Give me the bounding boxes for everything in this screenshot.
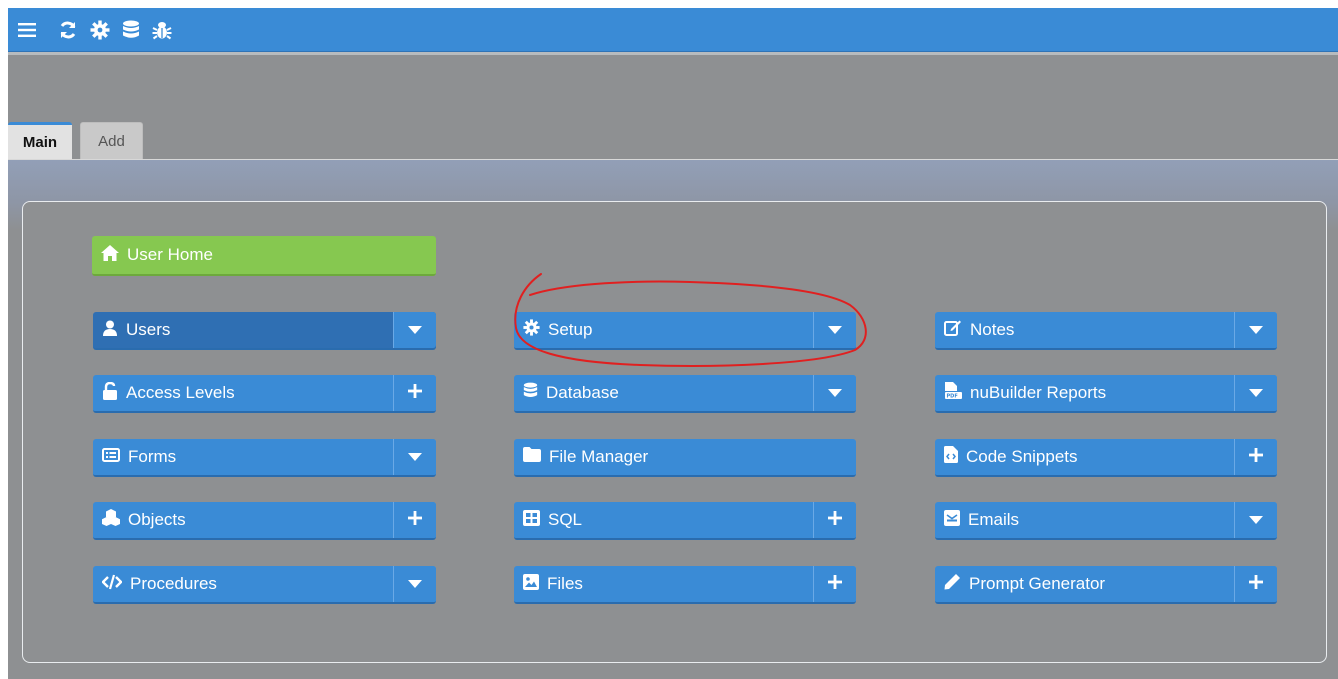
access-levels-label: Access Levels	[126, 383, 235, 402]
tab-main[interactable]: Main	[8, 122, 72, 159]
plus-icon	[828, 574, 842, 594]
prompt-generator-label: Prompt Generator	[969, 574, 1106, 593]
gear-icon[interactable]	[90, 19, 110, 41]
caret-down-icon	[408, 574, 422, 594]
notes-button[interactable]: Notes	[935, 312, 1277, 350]
file-manager-label: File Manager	[549, 447, 649, 466]
emails-label: Emails	[968, 510, 1020, 529]
users-dropdown-button[interactable]	[393, 312, 436, 348]
user-icon	[102, 320, 118, 341]
database-icon[interactable]	[122, 19, 140, 41]
forms-label: Forms	[128, 447, 177, 466]
folder-icon	[523, 447, 541, 467]
pencil-icon	[944, 573, 961, 595]
caret-down-icon	[1249, 510, 1263, 530]
nubuilder-reports-button[interactable]: PDF nuBuilder Reports	[935, 375, 1277, 413]
nubuilder-reports-dropdown-button[interactable]	[1234, 375, 1277, 411]
code-snippets-label: Code Snippets	[966, 447, 1078, 466]
user-home-label: User Home	[127, 245, 213, 264]
files-label: Files	[547, 574, 583, 593]
emails-button[interactable]: Emails	[935, 502, 1277, 540]
setup-label: Setup	[548, 320, 593, 339]
tab-add[interactable]: Add	[80, 122, 143, 159]
cubes-icon	[102, 509, 120, 531]
home-icon	[101, 244, 119, 266]
database-label: Database	[546, 383, 619, 402]
objects-button[interactable]: Objects	[93, 502, 436, 540]
procedures-label: Procedures	[130, 574, 217, 593]
objects-add-button[interactable]	[393, 502, 436, 538]
caret-down-icon	[408, 320, 422, 340]
image-icon	[523, 573, 539, 595]
svg-text:PDF: PDF	[947, 393, 958, 399]
sql-label: SQL	[548, 510, 583, 529]
setup-button[interactable]: Setup	[514, 312, 856, 350]
forms-button[interactable]: Forms	[93, 439, 436, 477]
sql-add-button[interactable]	[813, 502, 856, 538]
envelope-icon	[944, 509, 960, 531]
caret-down-icon	[408, 447, 422, 467]
files-button[interactable]: Files	[514, 566, 856, 604]
objects-label: Objects	[128, 510, 186, 529]
code-snippets-button[interactable]: Code Snippets	[935, 439, 1277, 477]
emails-dropdown-button[interactable]	[1234, 502, 1277, 538]
prompt-generator-button[interactable]: Prompt Generator	[935, 566, 1277, 604]
code-file-icon	[944, 446, 958, 468]
plus-icon	[408, 510, 422, 530]
access-levels-add-button[interactable]	[393, 375, 436, 411]
access-levels-button[interactable]: Access Levels	[93, 375, 436, 413]
plus-icon	[828, 510, 842, 530]
bug-icon[interactable]	[152, 19, 172, 41]
caret-down-icon	[1249, 383, 1263, 403]
procedures-button[interactable]: Procedures	[93, 566, 436, 604]
sql-button[interactable]: SQL	[514, 502, 856, 540]
prompt-generator-add-button[interactable]	[1234, 566, 1277, 602]
header-strip	[8, 52, 1338, 160]
plus-icon	[1249, 447, 1263, 467]
caret-down-icon	[1249, 320, 1263, 340]
refresh-icon[interactable]	[58, 19, 78, 41]
caret-down-icon	[828, 383, 842, 403]
plus-icon	[1249, 574, 1263, 594]
plus-icon	[408, 383, 422, 403]
notes-label: Notes	[970, 320, 1015, 339]
pdf-icon: PDF	[944, 381, 962, 405]
database-icon	[523, 382, 538, 404]
forms-dropdown-button[interactable]	[393, 439, 436, 475]
database-button[interactable]: Database	[514, 375, 856, 413]
procedures-dropdown-button[interactable]	[393, 566, 436, 602]
nubuilder-reports-label: nuBuilder Reports	[970, 383, 1107, 402]
file-manager-button[interactable]: File Manager	[514, 439, 856, 477]
form-icon	[102, 447, 120, 467]
top-toolbar	[8, 8, 1338, 52]
user-home-button[interactable]: User Home	[92, 236, 436, 276]
table-icon	[523, 509, 540, 531]
setup-dropdown-button[interactable]	[813, 312, 856, 348]
database-dropdown-button[interactable]	[813, 375, 856, 411]
menu-icon[interactable]	[18, 19, 36, 41]
caret-down-icon	[828, 320, 842, 340]
users-button[interactable]: Users	[93, 312, 436, 350]
files-add-button[interactable]	[813, 566, 856, 602]
gear-icon	[523, 319, 540, 341]
code-icon	[101, 574, 123, 595]
users-label: Users	[126, 320, 171, 339]
unlock-icon	[102, 381, 118, 405]
code-snippets-add-button[interactable]	[1234, 439, 1277, 475]
notes-dropdown-button[interactable]	[1234, 312, 1277, 348]
edit-icon	[944, 319, 962, 341]
